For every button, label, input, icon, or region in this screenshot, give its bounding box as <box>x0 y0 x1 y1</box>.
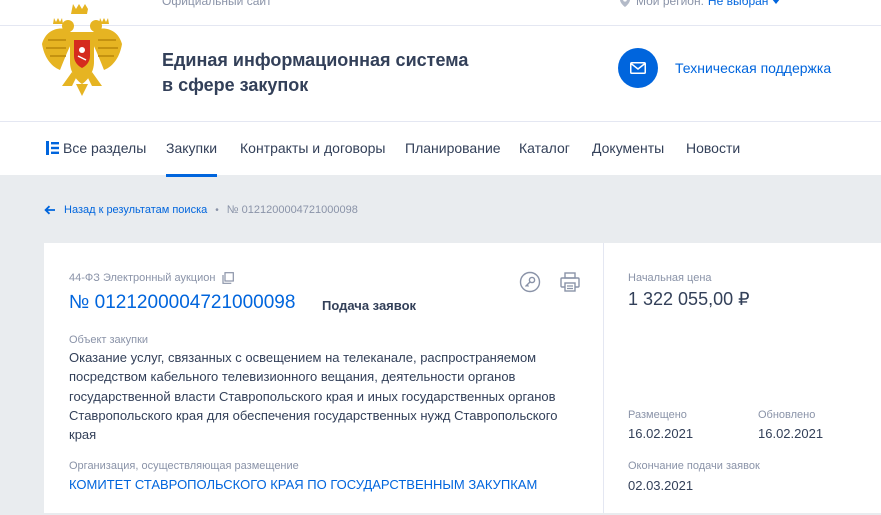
breadcrumb-separator: • <box>215 204 219 216</box>
nav-item-documents[interactable]: Документы <box>592 140 664 156</box>
status-badge: Подача заявок <box>322 298 417 313</box>
organization-link[interactable]: КОМИТЕТ СТАВРОПОЛЬСКОГО КРАЯ ПО ГОСУДАРС… <box>69 477 537 492</box>
official-site-label: Официальный сайт <box>162 0 272 8</box>
nav-item-all-sections[interactable]: Все разделы <box>63 140 146 156</box>
region-selector[interactable]: Мой регион: Не выбран <box>620 0 781 8</box>
coat-of-arms-emblem <box>42 4 122 96</box>
placed-date: 16.02.2021 <box>628 426 694 441</box>
law-type-label: 44-ФЗ Электронный аукцион <box>69 272 216 284</box>
back-to-results-link[interactable]: Назад к результатам поиска <box>44 204 207 216</box>
region-label: Мой регион: <box>636 0 704 8</box>
site-title[interactable]: Единая информационная система в сфере за… <box>162 48 492 98</box>
price-label: Начальная цена <box>628 272 712 284</box>
nav-item-planning[interactable]: Планирование <box>405 140 501 156</box>
object-label: Объект закупки <box>69 334 149 346</box>
updated-label: Обновлено <box>758 409 816 421</box>
site-title-line2: в сфере закупок <box>162 75 309 95</box>
breadcrumb: Назад к результатам поиска • № 012120000… <box>44 204 358 216</box>
arrow-left-icon <box>44 205 55 215</box>
placed-label: Размещено <box>628 409 687 421</box>
site-header: Официальный сайт Мой регион: Не выбран Е… <box>0 0 881 121</box>
support-button[interactable] <box>618 48 658 88</box>
location-pin-icon <box>620 0 630 7</box>
breadcrumb-current: № 0121200004721000098 <box>226 204 358 216</box>
deadline-label: Окончание подачи заявок <box>628 460 760 472</box>
key-icon[interactable] <box>519 271 541 293</box>
envelope-icon <box>630 62 646 74</box>
nav-item-news[interactable]: Новости <box>686 140 740 156</box>
print-icon[interactable] <box>559 271 581 293</box>
price-value: 1 322 055,00 ₽ <box>628 289 750 309</box>
updated-date: 16.02.2021 <box>758 426 824 441</box>
nav-item-contracts[interactable]: Контракты и договоры <box>240 140 385 156</box>
purchase-card: 44-ФЗ Электронный аукцион № 012120000472… <box>44 243 881 513</box>
menu-icon <box>46 141 59 155</box>
site-title-line1: Единая информационная система <box>162 50 469 70</box>
main-nav: Все разделы Закупки Контракты и договоры… <box>0 121 881 177</box>
back-label: Назад к результатам поиска <box>64 204 208 216</box>
organization-label: Организация, осуществляющая размещение <box>69 460 299 472</box>
nav-item-catalog[interactable]: Каталог <box>519 140 570 156</box>
copy-icon[interactable] <box>222 272 235 284</box>
chevron-down-icon <box>772 0 781 4</box>
law-type: 44-ФЗ Электронный аукцион <box>69 272 235 284</box>
region-value[interactable]: Не выбран <box>708 0 769 8</box>
deadline-date: 02.03.2021 <box>628 478 694 493</box>
object-description: Оказание услуг, связанных с освещением н… <box>69 350 558 443</box>
nav-item-purchases[interactable]: Закупки <box>166 140 218 177</box>
support-link[interactable]: Техническая поддержка <box>675 60 831 76</box>
purchase-number-link[interactable]: № 0121200004721000098 <box>69 292 295 314</box>
card-divider <box>603 243 604 513</box>
